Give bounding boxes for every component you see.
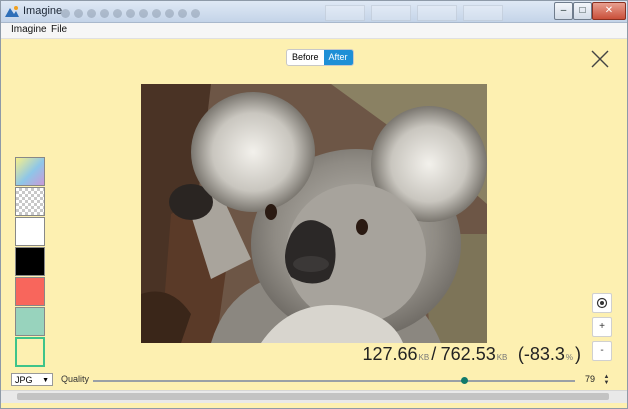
swatch-theme[interactable] [15,337,45,367]
title-bar: Imagine – □ ✕ [1,1,627,23]
zoom-in-button[interactable]: + [592,317,612,337]
target-icon [596,297,608,309]
swatch-white[interactable] [15,217,45,246]
app-logo-icon [5,6,19,17]
swatch-red[interactable] [15,277,45,306]
ghost-tab [371,5,411,21]
scrollbar-thumb[interactable] [17,393,609,400]
ghost-tab [417,5,457,21]
after-button[interactable]: After [323,50,353,65]
before-after-toggle: Before After [286,49,354,66]
quality-label: Quality [61,374,90,384]
original-size: 762.53 [440,344,496,364]
format-value: JPG [15,375,33,385]
close-icon[interactable] [590,49,610,69]
quality-spinner[interactable]: ▲ ▼ [602,374,611,386]
menu-bar: Imagine File [1,23,627,39]
bottom-toolbar: JPG ▼ Quality 79 ▲ ▼ [1,370,627,408]
minimize-button[interactable]: – [554,2,573,20]
reduction-close: ) [575,344,581,364]
menu-file[interactable]: File [51,24,67,35]
menu-imagine[interactable]: Imagine [11,24,47,35]
close-window-button[interactable]: ✕ [592,2,626,20]
quality-value: 79 [585,374,596,384]
ghost-tab [325,5,365,21]
horizontal-scrollbar[interactable] [1,390,627,403]
before-button[interactable]: Before [287,50,324,65]
chevron-down-icon: ▼ [42,377,49,384]
background-swatches [15,157,45,368]
spinner-down-icon[interactable]: ▼ [602,380,611,386]
size-separator: / [431,344,437,364]
swatch-mint[interactable] [15,307,45,336]
quality-slider-thumb[interactable] [460,377,468,384]
swatch-checkerboard[interactable] [15,187,45,216]
fit-view-button[interactable] [592,293,612,313]
maximize-button[interactable]: □ [573,2,592,20]
quality-slider[interactable] [93,377,575,384]
zoom-out-button[interactable]: - [592,341,612,361]
window-title: Imagine [23,5,63,17]
file-size-readout: 127.66KB/ 762.53KB (-83.3%) [362,344,581,365]
swatch-gradient[interactable] [15,157,45,186]
reduction-unit: % [565,353,573,362]
app-window: Imagine – □ ✕ Imagine File Before After [0,0,628,409]
reduction-percent: (-83.3 [517,344,565,364]
swatch-black[interactable] [15,247,45,276]
compressed-size-unit: KB [418,353,430,362]
compressed-size: 127.66 [362,344,418,364]
ghost-tab [463,5,503,21]
koala-photo [141,84,487,343]
original-size-unit: KB [496,353,508,362]
format-select[interactable]: JPG ▼ [11,373,53,386]
ghost-toolbar [61,5,321,18]
